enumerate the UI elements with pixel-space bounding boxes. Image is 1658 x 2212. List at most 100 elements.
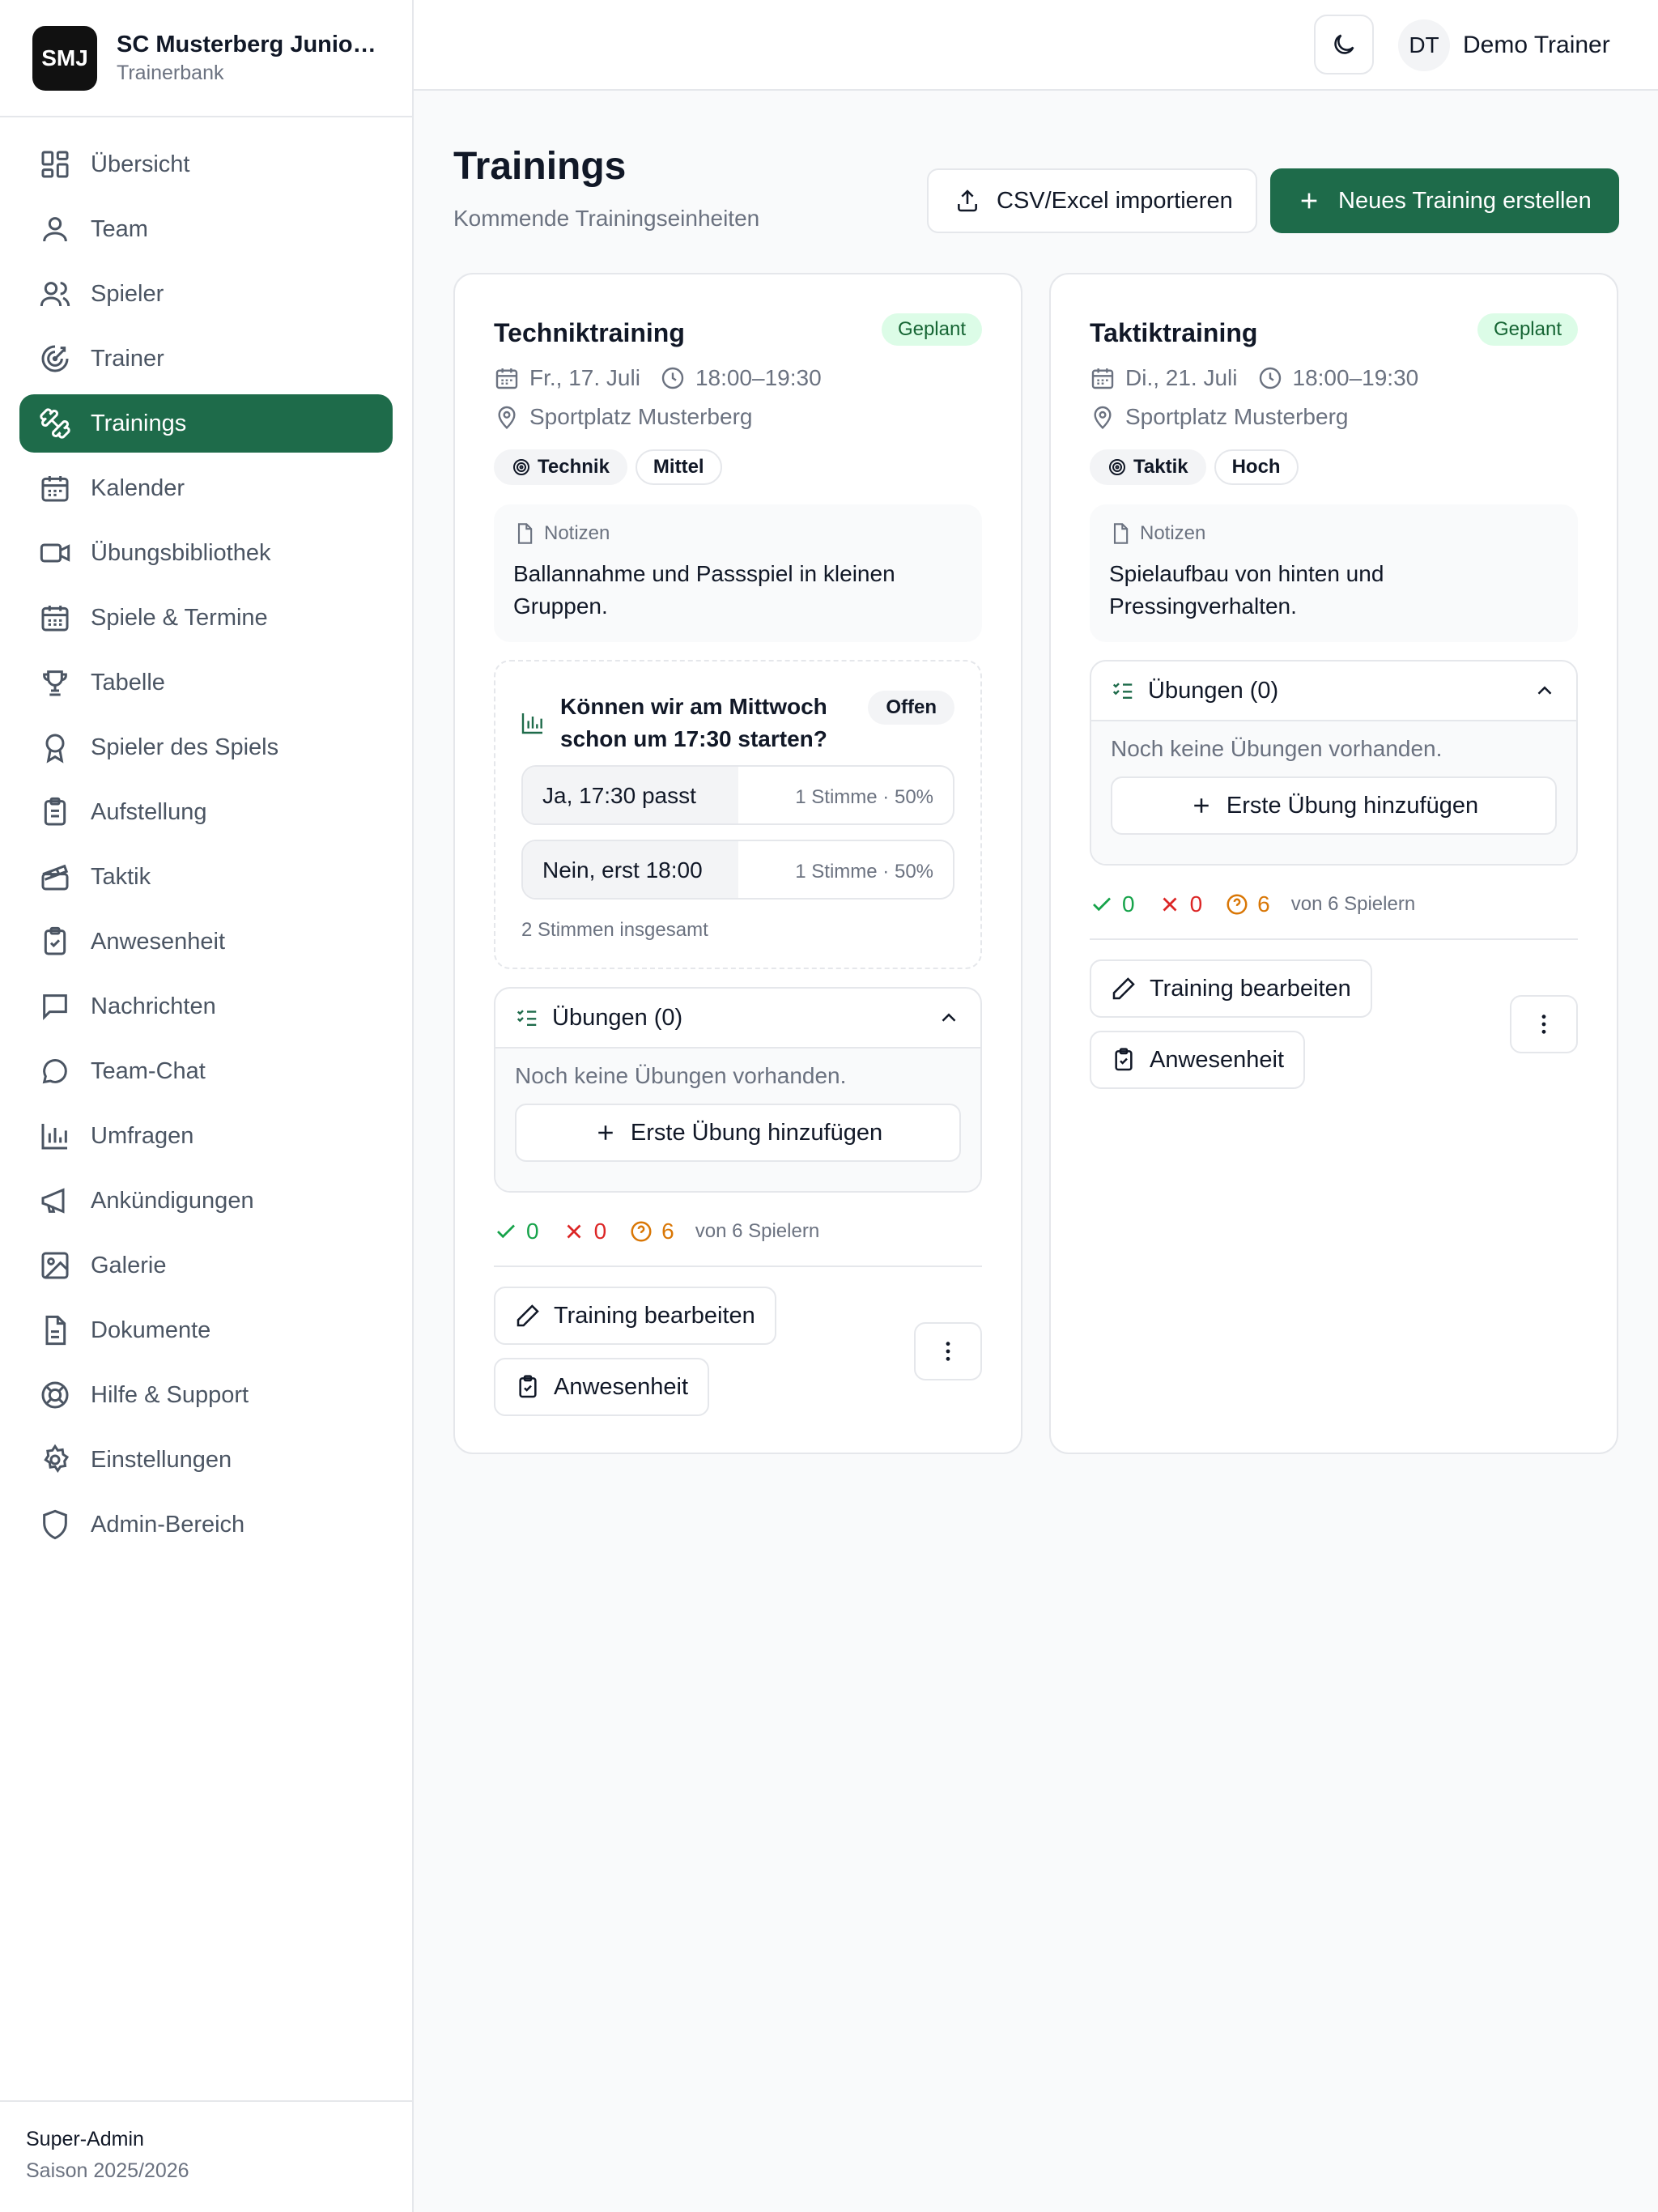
training-date: Fr., 17. Juli bbox=[529, 365, 640, 390]
moon-icon bbox=[1334, 34, 1354, 54]
club-name: SC Musterberg Junio… bbox=[117, 31, 376, 57]
exercises-header[interactable]: Übungen (0) bbox=[1091, 661, 1576, 721]
unknown-count: 6 bbox=[1225, 891, 1270, 917]
notes-text: Ballannahme und Passspiel in kleinen Gru… bbox=[513, 561, 895, 619]
present-value: 0 bbox=[1122, 891, 1135, 917]
add-exercise-button[interactable]: Erste Übung hinzufügen bbox=[1111, 776, 1557, 835]
file-text-icon bbox=[45, 1315, 66, 1346]
sidebar-item-label: Admin-Bereich bbox=[91, 1511, 245, 1538]
add-exercise-button[interactable]: Erste Übung hinzufügen bbox=[515, 1104, 961, 1162]
import-csv-button[interactable]: CSV/Excel importieren bbox=[927, 168, 1257, 233]
sidebar-item-nachrichten[interactable]: Nachrichten bbox=[19, 977, 393, 1036]
sidebar-item-kalender[interactable]: Kalender bbox=[19, 459, 393, 517]
sidebar-item-label: Tabelle bbox=[91, 669, 165, 696]
plus-icon bbox=[1301, 193, 1317, 209]
sidebar-item-spiele-termine[interactable]: Spiele & Termine bbox=[19, 589, 393, 647]
edit-training-label: Training bearbeiten bbox=[554, 1302, 755, 1329]
poll-status-badge: Offen bbox=[868, 691, 954, 725]
bar-chart-icon bbox=[41, 1124, 67, 1150]
megaphone-icon bbox=[41, 1188, 65, 1214]
sidebar-item-label: Spieler bbox=[91, 280, 164, 307]
sidebar-item-galerie[interactable]: Galerie bbox=[19, 1236, 393, 1295]
sidebar-item-trainer[interactable]: Trainer bbox=[19, 330, 393, 388]
clipboard-list-icon bbox=[44, 797, 66, 826]
sidebar-item-team-chat[interactable]: Team-Chat bbox=[19, 1042, 393, 1100]
status-badge: Geplant bbox=[881, 313, 982, 346]
sidebar-item-label: Galerie bbox=[91, 1252, 167, 1278]
training-tags: Taktik Hoch bbox=[1090, 449, 1307, 485]
settings-icon bbox=[44, 1444, 70, 1474]
club-subtitle: Trainerbank bbox=[117, 61, 224, 84]
sidebar-item-hilfe-support[interactable]: Hilfe & Support bbox=[19, 1366, 393, 1424]
more-options-button[interactable] bbox=[914, 1322, 982, 1380]
sidebar-item-label: Kalender bbox=[91, 474, 185, 501]
sidebar-item-tabelle[interactable]: Tabelle bbox=[19, 653, 393, 712]
attendance-button[interactable]: Anwesenheit bbox=[1090, 1031, 1306, 1089]
user-menu[interactable]: DT Demo Trainer bbox=[1398, 19, 1610, 71]
sidebar-item-ankuendigungen[interactable]: Ankündigungen bbox=[19, 1172, 393, 1230]
focus-label: Taktik bbox=[1133, 456, 1188, 478]
sidebar-item-aufstellung[interactable]: Aufstellung bbox=[19, 783, 393, 841]
poll-option[interactable]: Nein, erst 18:00 1 Stimme · 50% bbox=[521, 840, 954, 900]
sidebar-item-umfragen[interactable]: Umfragen bbox=[19, 1107, 393, 1165]
new-training-button[interactable]: Neues Training erstellen bbox=[1270, 168, 1619, 233]
message-square-icon bbox=[43, 994, 67, 1020]
exercises-panel: Übungen (0) Noch keine Übungen vorhanden… bbox=[494, 987, 982, 1193]
status-badge: Geplant bbox=[1477, 313, 1578, 346]
focus-tag: Taktik bbox=[1090, 449, 1206, 485]
target-icon bbox=[41, 345, 69, 372]
sidebar-item-trainings[interactable]: Trainings bbox=[19, 394, 393, 453]
sidebar-item-anwesenheit[interactable]: Anwesenheit bbox=[19, 912, 393, 971]
target-icon bbox=[513, 459, 529, 475]
new-training-label: Neues Training erstellen bbox=[1338, 187, 1592, 214]
exercises-body: Noch keine Übungen vorhanden. Erste Übun… bbox=[1091, 721, 1576, 864]
edit-training-button[interactable]: Training bearbeiten bbox=[494, 1287, 776, 1345]
poll-option-label: Ja, 17:30 passt bbox=[542, 783, 696, 808]
sidebar-item-uebungsbibliothek[interactable]: Übungsbibliothek bbox=[19, 524, 393, 582]
calendar-icon bbox=[495, 368, 518, 389]
topbar: DT Demo Trainer bbox=[414, 0, 1658, 91]
location-text: Sportplatz Musterberg bbox=[529, 404, 753, 429]
sidebar-item-label: Ankündigungen bbox=[91, 1187, 254, 1214]
x-icon bbox=[567, 1224, 581, 1239]
poll-option[interactable]: Ja, 17:30 passt 1 Stimme · 50% bbox=[521, 765, 954, 825]
poll-question: Können wir am Mittwoch schon um 17:30 st… bbox=[560, 694, 827, 751]
plus-icon bbox=[598, 1125, 613, 1140]
add-exercise-label: Erste Übung hinzufügen bbox=[630, 1119, 883, 1146]
clapperboard-icon bbox=[41, 864, 69, 891]
exercises-empty-text: Noch keine Übungen vorhanden. bbox=[1111, 736, 1443, 761]
avatar: DT bbox=[1398, 19, 1450, 71]
sidebar-item-uebersicht[interactable]: Übersicht bbox=[19, 135, 393, 194]
sidebar-item-spieler-des-spiels[interactable]: Spieler des Spiels bbox=[19, 718, 393, 776]
club-logo: SMJ bbox=[32, 25, 97, 91]
sidebar-item-spieler[interactable]: Spieler bbox=[19, 265, 393, 323]
intensity-tag: Mittel bbox=[635, 449, 722, 485]
attendance-total: von 6 Spielern bbox=[1290, 893, 1416, 915]
exercises-header[interactable]: Übungen (0) bbox=[495, 989, 980, 1049]
theme-toggle-button[interactable] bbox=[1314, 15, 1374, 74]
check-icon bbox=[497, 1224, 515, 1239]
sidebar-item-taktik[interactable]: Taktik bbox=[19, 848, 393, 906]
sidebar-item-label: Einstellungen bbox=[91, 1446, 232, 1473]
sidebar-item-admin-bereich[interactable]: Admin-Bereich bbox=[19, 1495, 393, 1554]
edit-training-button[interactable]: Training bearbeiten bbox=[1090, 959, 1372, 1018]
training-datetime: Fr., 17. Juli 18:00–19:30 bbox=[494, 365, 822, 391]
import-label: CSV/Excel importieren bbox=[997, 187, 1233, 214]
sidebar-item-dokumente[interactable]: Dokumente bbox=[19, 1301, 393, 1359]
sidebar-item-label: Anwesenheit bbox=[91, 928, 226, 955]
divider bbox=[1090, 938, 1578, 940]
sidebar-footer: Super-Admin Saison 2025/2026 bbox=[0, 2100, 412, 2212]
sidebar-item-einstellungen[interactable]: Einstellungen bbox=[19, 1431, 393, 1489]
attendance-button[interactable]: Anwesenheit bbox=[494, 1358, 710, 1416]
present-count: 0 bbox=[1090, 891, 1135, 917]
brand[interactable]: SMJ SC Musterberg Junio… Trainerbank bbox=[0, 0, 412, 117]
focus-tag: Technik bbox=[494, 449, 627, 485]
attendance-total: von 6 Spielern bbox=[695, 1220, 820, 1242]
sidebar-item-label: Team-Chat bbox=[91, 1057, 206, 1084]
sidebar-item-label: Übungsbibliothek bbox=[91, 539, 271, 566]
pencil-icon bbox=[1112, 977, 1135, 1000]
more-options-button[interactable] bbox=[1510, 995, 1578, 1053]
attendance-label: Anwesenheit bbox=[554, 1373, 689, 1400]
sidebar-item-team[interactable]: Team bbox=[19, 200, 393, 258]
poll-option-votes: 1 Stimme · 50% bbox=[795, 861, 933, 883]
